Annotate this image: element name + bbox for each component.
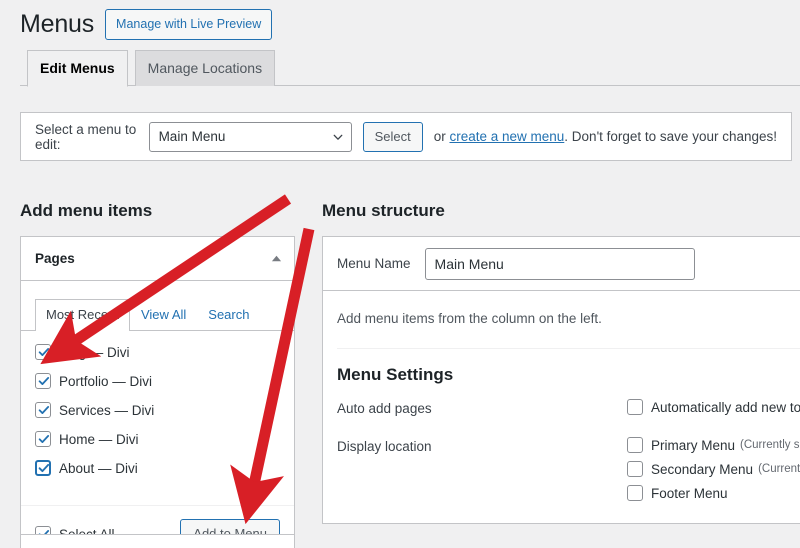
checkmark-icon [38,406,50,414]
tab-view-all[interactable]: View All [130,299,197,331]
pages-postbox: Pages Most Recent View All Search Blog —… [20,236,295,548]
pages-tabs: Most Recent View All Search [21,281,294,331]
manage-with-live-preview-button[interactable]: Manage with Live Preview [105,8,273,40]
checkmark-icon [38,348,50,356]
list-item[interactable]: Home — Divi [35,427,294,451]
menu-settings-section: Menu Settings Auto add pages Automatical… [323,349,800,509]
primary-menu-checkbox[interactable] [627,437,643,453]
create-menu-hint: or create a new menu. Don't forget to sa… [434,129,777,144]
auto-add-checkbox[interactable] [627,399,643,415]
display-location-row: Display location Primary Menu (Currently… [337,437,800,509]
menu-structure-heading: Menu structure [322,201,445,220]
list-item[interactable]: About — Divi [35,456,294,480]
page-title: Menus [20,10,95,38]
wordpress-menus-admin-page: Menus Manage with Live Preview Edit Menu… [0,0,800,548]
pages-postbox-body: Most Recent View All Search Blog — Divi [21,281,294,548]
menu-selector-bar: Select a menu to edit: Main Menu Select … [20,112,792,161]
triangle-up-icon[interactable] [271,253,282,264]
select-button[interactable]: Select [362,121,423,152]
menu-select-dropdown[interactable]: Main Menu [148,121,352,152]
location-option-secondary[interactable]: Secondary Menu (Currently set [627,461,800,477]
menu-settings-title: Menu Settings [337,365,454,384]
nav-tab-wrapper: Edit Menus Manage Locations [20,50,800,87]
auto-add-pages-label: Auto add pages [337,401,432,416]
create-a-new-menu-link[interactable]: create a new menu [449,129,564,144]
checkmark-icon [38,463,50,473]
save-changes-hint: . Don't forget to save your changes! [564,129,777,144]
menu-name-row: Menu Name [323,237,800,291]
page-header: Menus Manage with Live Preview [20,8,273,41]
tab-search[interactable]: Search [197,299,260,331]
page-checkbox-services[interactable] [35,402,51,418]
page-label: Blog — Divi [59,344,130,360]
list-item[interactable]: Portfolio — Divi [35,369,294,393]
auto-add-pages-options: Automatically add new top-l [627,399,800,423]
page-label: Home — Divi [59,431,139,447]
auto-add-pages-row: Auto add pages Automatically add new top… [337,399,800,423]
select-menu-label: Select a menu to edit: [35,121,137,152]
pages-checklist: Blog — Divi Portfolio — Divi Services — … [21,331,294,489]
tab-manage-locations[interactable]: Manage Locations [134,50,276,86]
auto-add-option-label: Automatically add new top-l [651,399,800,415]
list-item[interactable]: Blog — Divi [35,340,294,364]
display-location-options: Primary Menu (Currently set to: Secondar… [627,437,800,509]
footer-menu-checkbox[interactable] [627,485,643,501]
page-checkbox-about[interactable] [35,460,51,476]
tab-edit-menus[interactable]: Edit Menus [27,50,128,87]
empty-menu-note: Add menu items from the column on the le… [337,311,602,326]
menu-name-label: Menu Name [337,256,411,271]
page-label: About — Divi [59,460,138,476]
secondary-menu-label: Secondary Menu [651,461,754,477]
location-option-primary[interactable]: Primary Menu (Currently set to: [627,437,800,453]
footer-menu-label: Footer Menu [651,485,728,501]
secondary-menu-checkbox[interactable] [627,461,643,477]
next-postbox-partial [20,534,295,548]
menu-name-input[interactable] [424,247,695,280]
primary-menu-label: Primary Menu [651,437,736,453]
checkmark-icon [38,377,50,385]
menu-select-wrapper: Main Menu [148,121,352,152]
or-text: or [433,129,450,144]
pages-postbox-header[interactable]: Pages [21,237,294,281]
tab-most-recent[interactable]: Most Recent [35,298,130,331]
page-checkbox-home[interactable] [35,431,51,447]
page-label: Portfolio — Divi [59,373,153,389]
secondary-menu-note: (Currently set [758,463,800,475]
page-label: Services — Divi [59,402,155,418]
menu-edit-panel: Menu Name Add menu items from the column… [322,236,800,524]
location-option-footer[interactable]: Footer Menu [627,485,800,501]
list-item[interactable]: Services — Divi [35,398,294,422]
auto-add-option[interactable]: Automatically add new top-l [627,399,800,415]
add-menu-items-heading: Add menu items [20,201,153,220]
checkmark-icon [38,435,50,443]
primary-menu-note: (Currently set to: [740,439,800,451]
pages-panel-title: Pages [35,251,75,266]
display-location-label: Display location [337,439,432,454]
page-checkbox-portfolio[interactable] [35,373,51,389]
page-checkbox-blog[interactable] [35,344,51,360]
